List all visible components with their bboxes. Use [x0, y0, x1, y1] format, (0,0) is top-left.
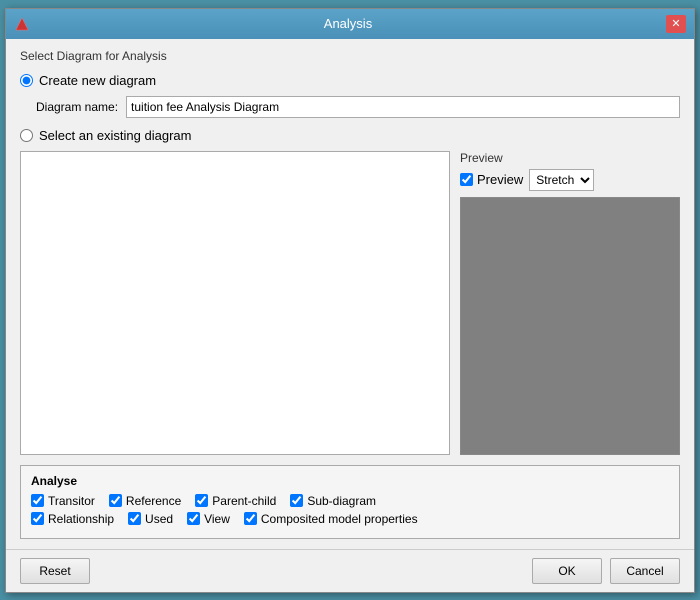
- preview-checkbox[interactable]: [460, 173, 473, 186]
- transitor-checkbox[interactable]: [31, 494, 44, 507]
- parent-child-check-item: Parent-child: [195, 494, 276, 508]
- stretch-select[interactable]: Stretch Fit Fill: [529, 169, 594, 191]
- dialog-body: Select Diagram for Analysis Create new d…: [6, 39, 694, 549]
- reference-label[interactable]: Reference: [126, 494, 181, 508]
- preview-checkbox-label[interactable]: Preview: [477, 172, 523, 187]
- sub-diagram-check-item: Sub-diagram: [290, 494, 376, 508]
- used-checkbox[interactable]: [128, 512, 141, 525]
- select-diagram-section-label: Select Diagram for Analysis: [20, 49, 680, 63]
- used-label[interactable]: Used: [145, 512, 173, 526]
- diagram-name-label: Diagram name:: [36, 100, 118, 114]
- dialog-title: Analysis: [30, 16, 666, 31]
- diagram-name-row: Diagram name:: [36, 96, 680, 118]
- create-new-radio[interactable]: [20, 74, 33, 87]
- create-new-radio-row: Create new diagram: [20, 73, 680, 88]
- preview-box: [460, 197, 680, 455]
- preview-section-label: Preview: [460, 151, 680, 165]
- preview-checkbox-row: Preview: [460, 172, 523, 187]
- analyse-section: Analyse Transitor Reference Parent-child…: [20, 465, 680, 539]
- preview-section: Preview Preview Stretch Fit Fill: [460, 151, 680, 455]
- select-existing-radio-row: Select an existing diagram: [20, 128, 680, 143]
- sub-diagram-checkbox[interactable]: [290, 494, 303, 507]
- relationship-checkbox[interactable]: [31, 512, 44, 525]
- view-label[interactable]: View: [204, 512, 230, 526]
- composited-check-item: Composited model properties: [244, 512, 418, 526]
- close-button[interactable]: ✕: [666, 15, 686, 33]
- transitor-check-item: Transitor: [31, 494, 95, 508]
- analyse-title: Analyse: [31, 474, 669, 488]
- analysis-dialog: Analysis ✕ Select Diagram for Analysis C…: [5, 8, 695, 593]
- parent-child-checkbox[interactable]: [195, 494, 208, 507]
- diagram-list[interactable]: [20, 151, 450, 455]
- content-area: Preview Preview Stretch Fit Fill: [20, 151, 680, 455]
- composited-label[interactable]: Composited model properties: [261, 512, 418, 526]
- reset-button[interactable]: Reset: [20, 558, 90, 584]
- used-check-item: Used: [128, 512, 173, 526]
- preview-controls: Preview Stretch Fit Fill: [460, 169, 680, 191]
- ok-button[interactable]: OK: [532, 558, 602, 584]
- diagram-name-input[interactable]: [126, 96, 680, 118]
- footer-right: OK Cancel: [532, 558, 680, 584]
- view-check-item: View: [187, 512, 230, 526]
- title-bar: Analysis ✕: [6, 9, 694, 39]
- select-existing-radio[interactable]: [20, 129, 33, 142]
- transitor-label[interactable]: Transitor: [48, 494, 95, 508]
- cancel-button[interactable]: Cancel: [610, 558, 680, 584]
- select-existing-label[interactable]: Select an existing diagram: [39, 128, 191, 143]
- app-icon: [14, 16, 30, 32]
- parent-child-label[interactable]: Parent-child: [212, 494, 276, 508]
- composited-checkbox[interactable]: [244, 512, 257, 525]
- reference-checkbox[interactable]: [109, 494, 122, 507]
- view-checkbox[interactable]: [187, 512, 200, 525]
- sub-diagram-label[interactable]: Sub-diagram: [307, 494, 376, 508]
- footer: Reset OK Cancel: [6, 549, 694, 592]
- create-new-label[interactable]: Create new diagram: [39, 73, 156, 88]
- relationship-label[interactable]: Relationship: [48, 512, 114, 526]
- reference-check-item: Reference: [109, 494, 181, 508]
- analyse-row-1: Transitor Reference Parent-child Sub-dia…: [31, 494, 669, 508]
- analyse-row-2: Relationship Used View Composited model …: [31, 512, 669, 526]
- relationship-check-item: Relationship: [31, 512, 114, 526]
